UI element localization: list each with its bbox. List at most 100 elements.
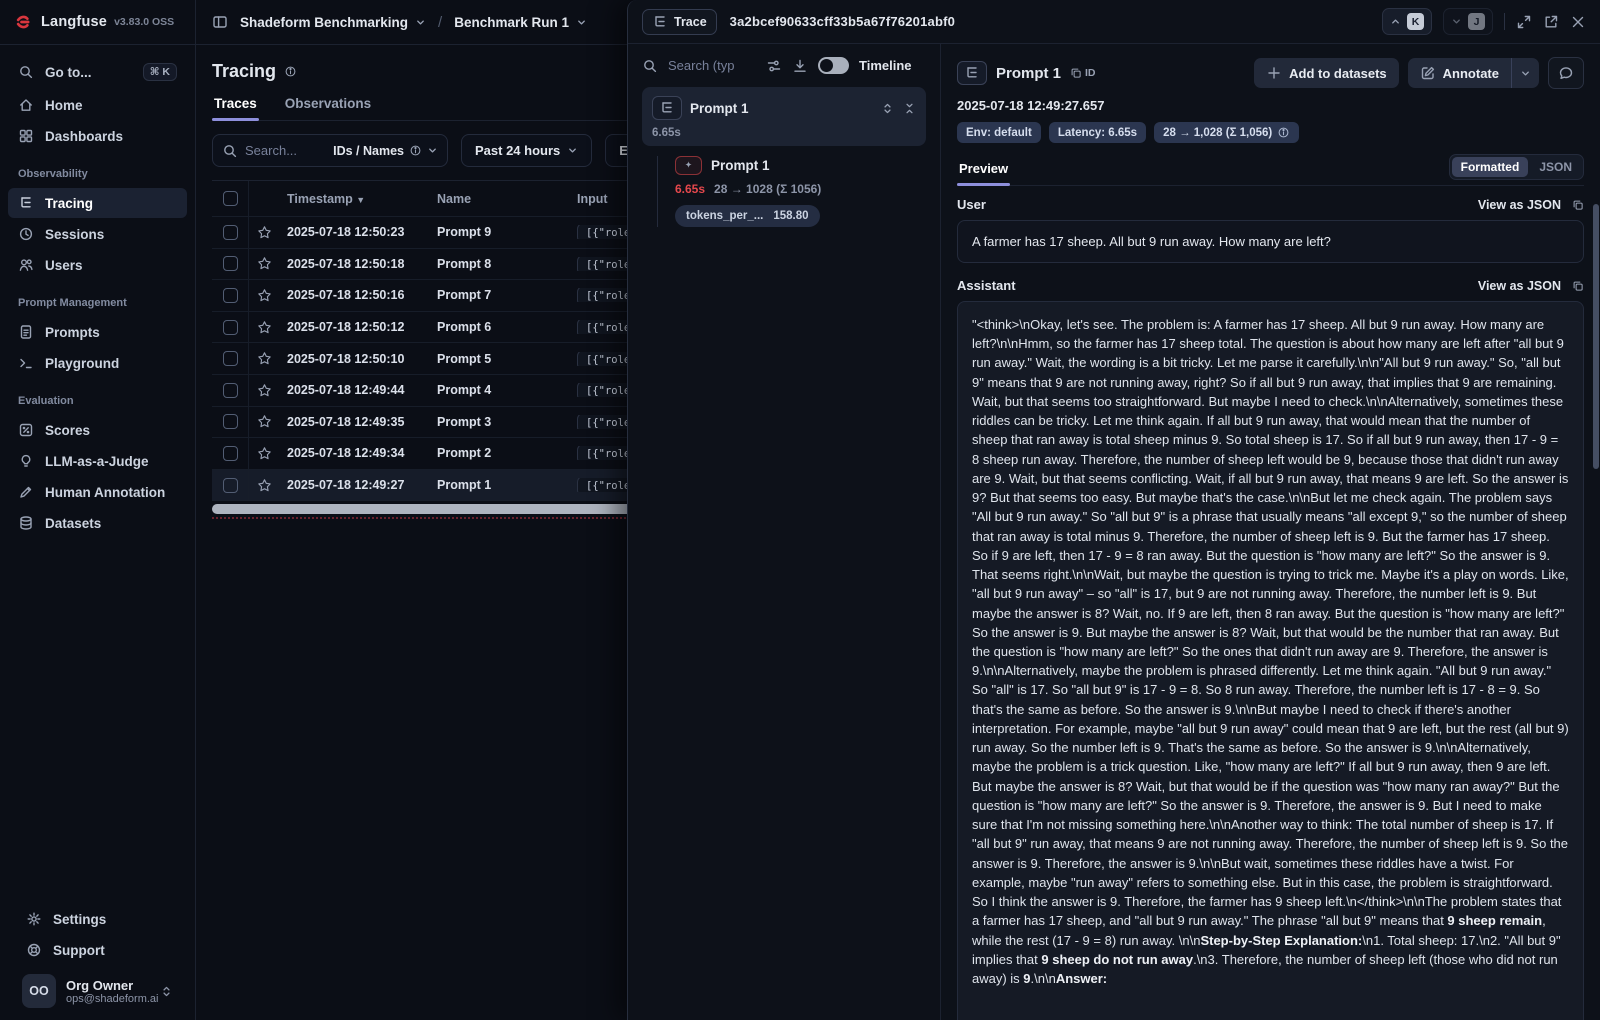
row-name: Prompt 3 [429,415,569,429]
nav-prev-button[interactable]: K [1382,8,1432,35]
project-selector[interactable]: Benchmark Run 1 [454,15,587,30]
download-icon[interactable] [792,58,808,74]
divider [1504,13,1505,30]
star-icon[interactable] [257,225,272,240]
sidebar-item-sessions[interactable]: Sessions [8,219,187,249]
select-all-checkbox[interactable] [223,191,238,206]
comments-button[interactable] [1548,57,1584,89]
trace-node-icon [957,61,987,85]
row-checkbox[interactable] [223,446,238,461]
chevron-up-down-icon [160,985,173,998]
sidebar-item-prompts[interactable]: Prompts [8,317,187,347]
copy-icon[interactable] [1572,280,1584,292]
sidebar-item-human-annotation[interactable]: Human Annotation [8,477,187,507]
sidebar-section-title: Evaluation [8,379,187,414]
search-type-selector[interactable]: IDs / Names [333,144,438,158]
langfuse-logo-icon [14,12,34,32]
sidebar-item-llm-as-a-judge[interactable]: LLM-as-a-Judge [8,446,187,476]
star-icon[interactable] [257,478,272,493]
app-name: Langfuse [41,14,107,30]
chevron-down-icon [1451,16,1462,27]
column-timestamp[interactable]: Timestamp ▼ [279,192,429,206]
bookmark-star-cell [249,351,279,366]
row-checkbox[interactable] [223,320,238,335]
add-to-datasets-button[interactable]: Add to datasets [1254,58,1399,88]
bookmark-star-cell [249,383,279,398]
star-icon[interactable] [257,320,272,335]
sidebar-item-label: Datasets [45,516,101,531]
sidebar-item-playground[interactable]: Playground [8,348,187,378]
view-as-json-link[interactable]: View as JSON [1478,279,1561,293]
copy-id-button[interactable]: ID [1070,67,1096,79]
listtree-icon [18,195,34,211]
sidebar-item-datasets[interactable]: Datasets [8,508,187,538]
annotate-dropdown-button[interactable] [1511,58,1539,88]
sidebar-item-label: Settings [53,912,106,927]
copy-icon[interactable] [1572,199,1584,211]
status-badge: Latency: 6.65s [1049,122,1146,143]
star-icon[interactable] [257,256,272,271]
status-badge: Env: default [957,122,1041,143]
row-timestamp: 2025-07-18 12:50:16 [279,288,429,302]
star-icon[interactable] [257,288,272,303]
org-user-menu[interactable]: OO Org Owner ops@shadeform.ai [16,966,179,1010]
sidebar-item-home[interactable]: Home [8,90,187,120]
expand-icon[interactable] [1516,14,1532,30]
annotate-button[interactable]: Annotate [1408,58,1511,88]
org-selector[interactable]: Shadeform Benchmarking [240,15,426,30]
row-name: Prompt 2 [429,446,569,460]
star-icon[interactable] [257,383,272,398]
nav-next-button[interactable]: J [1443,8,1493,35]
chevron-down-icon [567,145,578,156]
time-range-filter[interactable]: Past 24 hours [461,134,592,167]
close-icon[interactable] [1570,14,1586,30]
row-checkbox[interactable] [223,414,238,429]
sidebar-item-settings[interactable]: Settings [16,904,179,934]
tab-observations[interactable]: Observations [283,94,373,120]
tree-search-input[interactable]: Search (typ [668,58,756,73]
row-checkbox-cell [212,375,249,406]
tab-preview[interactable]: Preview [957,159,1010,185]
collapse-icon[interactable] [903,102,916,115]
sidebar-item-scores[interactable]: Scores [8,415,187,445]
assistant-text-segment: Answer: [1056,971,1107,986]
view-as-json-link[interactable]: View as JSON [1478,198,1561,212]
vertical-scrollbar[interactable] [1593,204,1599,469]
row-checkbox[interactable] [223,383,238,398]
sidebar-item-tracing[interactable]: Tracing [8,188,187,218]
open-in-new-icon[interactable] [1543,14,1559,30]
sidebar-item-users[interactable]: Users [8,250,187,280]
row-checkbox-cell [212,217,249,248]
star-icon[interactable] [257,446,272,461]
filter-settings-icon[interactable] [766,58,782,74]
row-checkbox[interactable] [223,225,238,240]
trace-root-node[interactable]: Prompt 1 6.65s [642,87,926,146]
goto-button[interactable]: Go to... ⌘ K [8,56,187,88]
file-icon [18,324,34,340]
row-name: Prompt 8 [429,257,569,271]
tab-traces[interactable]: Traces [212,94,259,120]
child-tokens: 28 → 1028 (Σ 1056) [714,182,821,196]
format-option-json[interactable]: JSON [1530,157,1581,177]
metric-badge: tokens_per_... 158.80 [675,205,820,227]
unfold-icon[interactable] [881,102,894,115]
generation-node[interactable]: Prompt 1 [675,156,926,175]
star-icon[interactable] [257,414,272,429]
sidebar-toggle-icon[interactable] [212,14,228,30]
row-checkbox[interactable] [223,256,238,271]
assistant-text-segment: 9 sheep do not run away [1041,952,1193,967]
timeline-toggle[interactable] [818,57,849,74]
row-checkbox[interactable] [223,288,238,303]
format-option-formatted[interactable]: Formatted [1452,157,1529,177]
column-name[interactable]: Name [429,192,569,206]
star-icon[interactable] [257,351,272,366]
row-checkbox[interactable] [223,478,238,493]
info-icon [1277,126,1290,139]
row-name: Prompt 1 [429,478,569,492]
bookmark-star-cell [249,225,279,240]
search-input[interactable]: Search... IDs / Names [212,134,448,167]
row-checkbox-cell [212,438,249,469]
sidebar-item-support[interactable]: Support [16,935,179,965]
sidebar-item-dashboards[interactable]: Dashboards [8,121,187,151]
row-checkbox[interactable] [223,351,238,366]
